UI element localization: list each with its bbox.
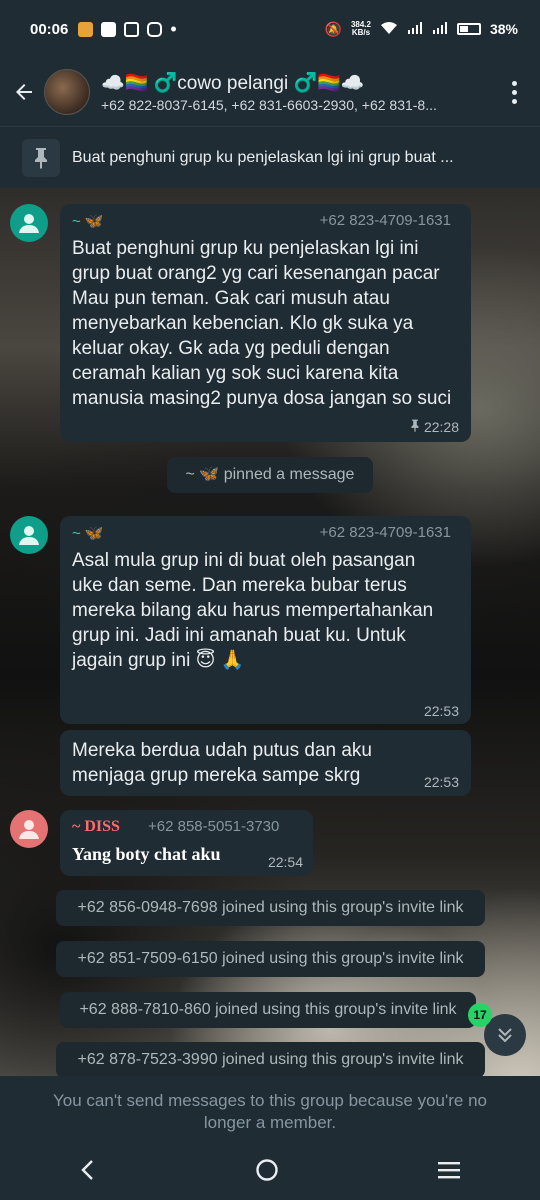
group-info[interactable]: ☁️🏳️‍🌈 ♂️cowo pelangi ♂️🏳️‍🌈☁️ +62 822-8… (101, 71, 500, 113)
message-text: Mereka berdua udah putus dan aku menjaga… (72, 740, 372, 786)
sender-avatar[interactable] (10, 810, 48, 848)
shopping-bag-icon (124, 21, 140, 37)
system-join-notice: +62 888-7810-860 joined using this group… (60, 992, 476, 1028)
battery-icon (456, 23, 481, 35)
wifi-icon (380, 21, 398, 38)
chat-header: ☁️🏳️‍🌈 ♂️cowo pelangi ♂️🏳️‍🌈☁️ +62 822-8… (0, 58, 540, 126)
system-join-notice: +62 856-0948-7698 joined using this grou… (56, 890, 485, 926)
nav-home-icon[interactable] (255, 1158, 279, 1187)
not-member-notice: You can't send messages to this group be… (0, 1076, 540, 1144)
message-time-label: 22:28 (423, 419, 459, 435)
unread-count-badge: 17 (468, 1003, 492, 1027)
more-notifications-dot: • (170, 18, 177, 39)
system-nav-bar (0, 1144, 540, 1200)
signal-icon-1 (407, 21, 423, 37)
pinned-message-text: Buat penghuni grup ku penjelaskan lgi in… (72, 148, 454, 166)
sender-phone: +62 823-4709-1631 (319, 524, 451, 541)
message-text: Asal mula grup ini di buat oleh pasangan… (72, 550, 434, 671)
network-speed: 384.2 KB/s (350, 20, 371, 37)
instagram-icon (147, 21, 163, 37)
group-members: +62 822-8037-6145, +62 831-6603-2930, +6… (101, 97, 437, 113)
nav-recents-icon[interactable] (437, 1160, 461, 1185)
sender-name: ~ 🦋 (72, 525, 104, 542)
message-text: Buat penghuni grup ku penjelaskan lgi in… (72, 238, 452, 409)
nav-back-icon[interactable] (79, 1159, 97, 1186)
message-bubble[interactable]: ~ 🦋 +62 823-4709-1631 Asal mula grup ini… (60, 516, 471, 724)
group-name: ☁️🏳️‍🌈 ♂️cowo pelangi ♂️🏳️‍🌈☁️ (101, 73, 365, 94)
sender-avatar[interactable] (10, 516, 48, 554)
sender-name: ~ DISS (72, 818, 120, 835)
message-time-label: 22:53 (423, 774, 459, 790)
message-text: Yang boty chat aku (72, 844, 221, 864)
message-bubble[interactable]: ~ 🦋 +62 823-4709-1631 Buat penghuni grup… (60, 204, 471, 442)
signal-icon-2 (432, 21, 448, 37)
back-arrow-icon[interactable] (8, 76, 40, 108)
sender-avatar[interactable] (10, 204, 48, 242)
system-join-notice: +62 878-7523-3990 joined using this grou… (56, 1042, 485, 1076)
system-pinned-notice: ~ 🦋 pinned a message (167, 457, 373, 493)
message-time-label: 22:53 (423, 703, 459, 719)
app-notification-icon (78, 21, 94, 37)
chat-area[interactable]: ~ 🦋 +62 823-4709-1631 Buat penghuni grup… (0, 188, 540, 1076)
battery-level: 38% (489, 21, 518, 37)
mute-icon: 🔕 (324, 20, 342, 37)
sender-phone: +62 858-5051-3730 (148, 818, 280, 835)
message-bubble[interactable]: Mereka berdua udah putus dan aku menjaga… (60, 730, 471, 796)
message-bubble[interactable]: ~ DISS +62 858-5051-3730 Yang boty chat … (60, 810, 313, 876)
sender-phone: +62 823-4709-1631 (319, 212, 451, 229)
mail-icon (101, 21, 117, 37)
pin-icon (410, 419, 420, 435)
pinned-message-bar[interactable]: Buat penghuni grup ku penjelaskan lgi in… (0, 126, 540, 188)
system-join-notice: +62 851-7509-6150 joined using this grou… (56, 941, 485, 977)
message-time: 22:28 (410, 419, 459, 435)
pin-icon (22, 138, 60, 177)
status-bar: 00:06 • 🔕 384.2 KB/s 38% (0, 0, 540, 58)
double-chevron-down-icon (498, 1028, 512, 1043)
message-time-label: 22:54 (267, 854, 303, 870)
group-avatar[interactable] (44, 69, 90, 115)
more-options-icon[interactable] (500, 72, 528, 112)
status-time: 00:06 (30, 20, 69, 38)
sender-name: ~ 🦋 (72, 213, 104, 230)
